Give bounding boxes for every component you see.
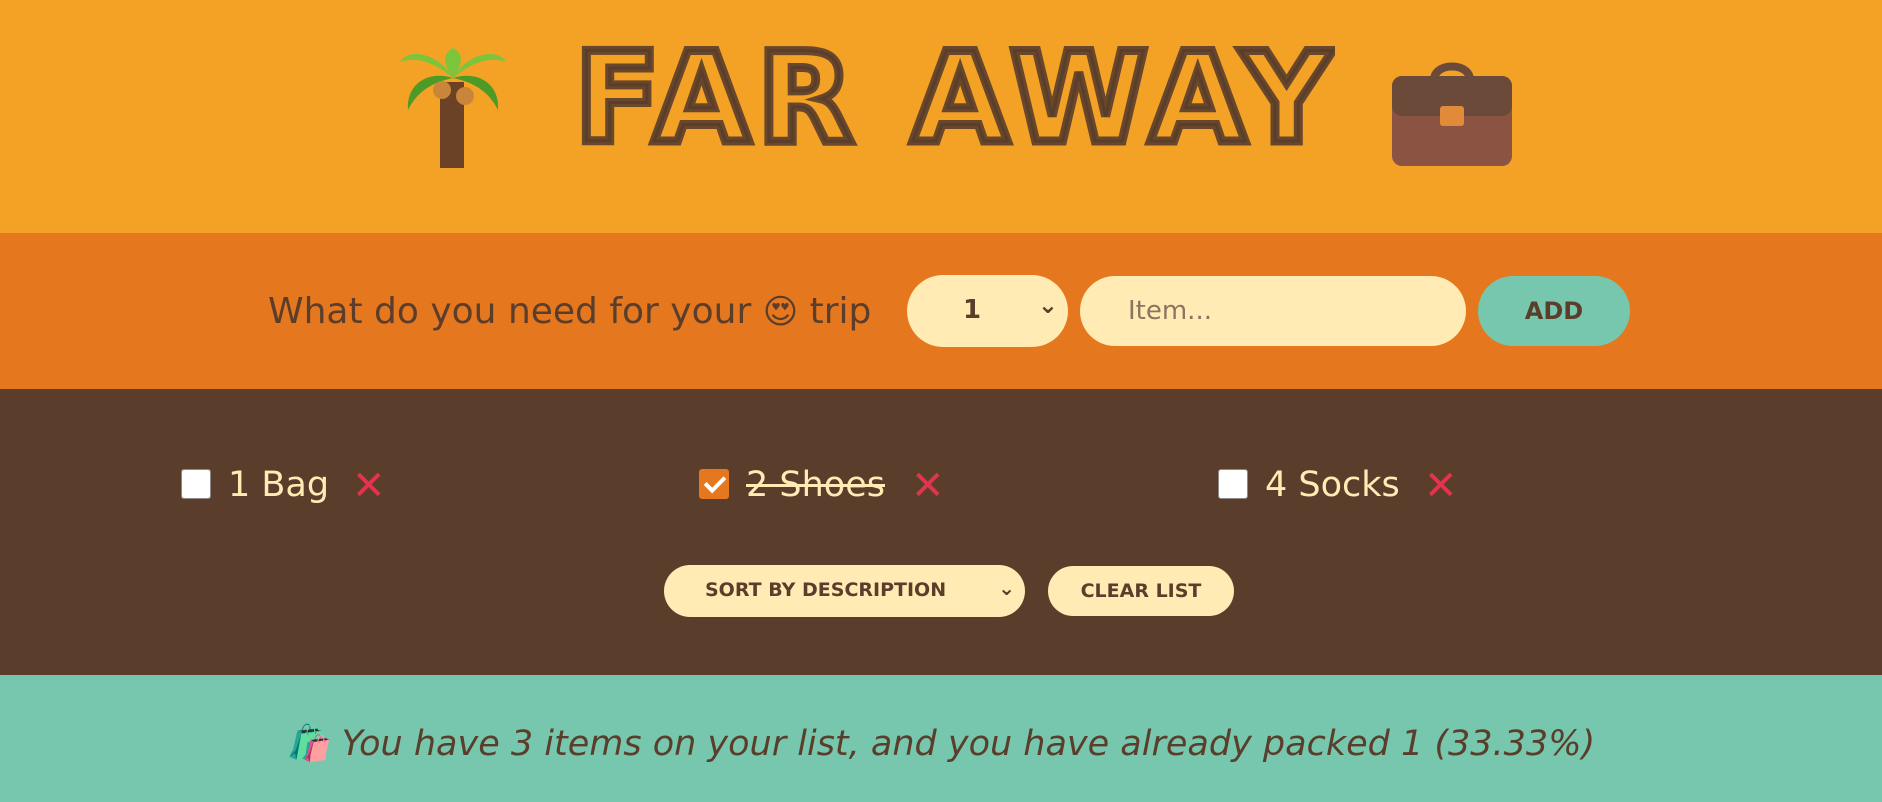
item-label: 2 Shoes [746,465,885,505]
delete-icon[interactable]: ✕ [911,463,945,509]
palm-tree-icon [400,48,506,168]
clear-list-button[interactable]: CLEAR LIST [1048,566,1234,616]
delete-icon[interactable]: ✕ [352,463,386,509]
stats-text: You have 3 items on your list, and you h… [341,724,1596,764]
app-header: FAR AWAY FAR AWAY [0,0,1882,233]
list-actions: SORT BY DESCRIPTION ⌄ CLEAR LIST [0,563,1882,619]
sort-select[interactable]: SORT BY DESCRIPTION ⌄ [664,565,1025,617]
sort-value: SORT BY DESCRIPTION [705,579,947,601]
item-input[interactable] [1080,276,1466,346]
delete-icon[interactable]: ✕ [1424,463,1458,509]
add-item-form: What do you need for your 😍 trip 1 ⌄ ADD [0,233,1882,389]
stats-footer: 🛍️ You have 3 items on your list, and yo… [0,675,1882,802]
packed-checkbox[interactable] [699,469,729,499]
quantity-select[interactable]: 1 ⌄ [907,275,1068,347]
stats-message: 🛍️ You have 3 items on your list, and yo… [0,723,1882,764]
add-button[interactable]: ADD [1478,276,1630,346]
item-label: 4 Socks [1265,465,1400,505]
packed-checkbox[interactable] [181,469,211,499]
form-question: What do you need for your 😍 trip [268,287,871,337]
shopping-bags-icon: 🛍️ [286,724,331,764]
app-title: FAR AWAY [575,34,1335,164]
packed-checkbox[interactable] [1218,469,1248,499]
briefcase-icon [1392,62,1512,166]
heart-eyes-emoji-icon: 😍 [762,292,799,332]
form-question-suffix: trip [809,291,872,332]
chevron-down-icon: ⌄ [998,576,1015,600]
item-label: 1 Bag [228,465,330,505]
form-question-text: What do you need for your [268,291,752,332]
chevron-down-icon: ⌄ [1037,291,1058,319]
quantity-value: 1 [963,295,982,325]
packing-list: 1 Bag ✕ 2 Shoes ✕ 4 Socks ✕ SORT BY DESC… [0,389,1882,675]
